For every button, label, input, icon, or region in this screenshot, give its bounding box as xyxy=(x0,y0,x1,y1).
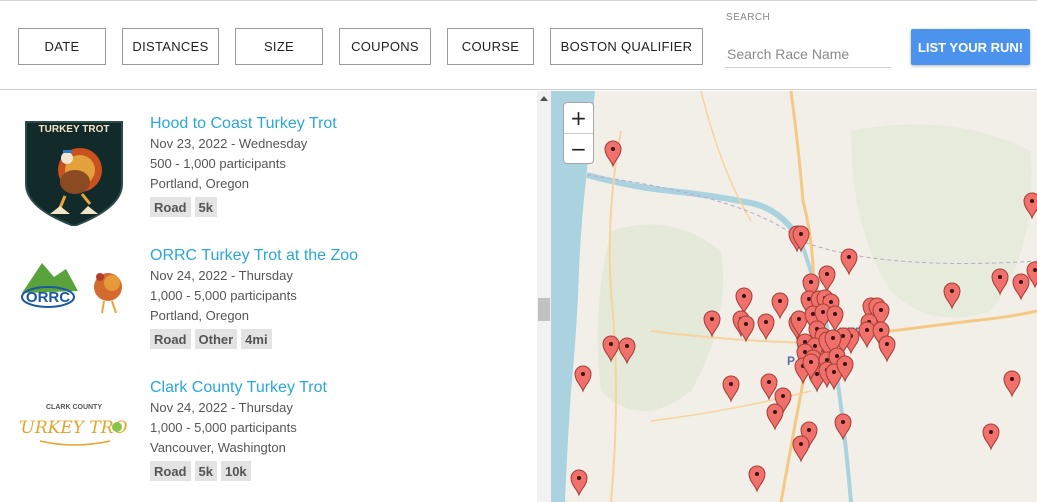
race-marker-icon[interactable] xyxy=(818,265,836,293)
race-item: TURKEY TROT Hood to Coast Turkey Trot No… xyxy=(0,91,537,226)
race-title[interactable]: Clark County Turkey Trot xyxy=(150,379,327,397)
race-date: Nov 24, 2022 - Thursday xyxy=(150,400,293,415)
race-marker-icon[interactable] xyxy=(604,140,622,168)
list-your-run-button[interactable]: LIST YOUR RUN! xyxy=(911,29,1030,65)
race-tags: Road 5k 10k xyxy=(150,461,251,481)
race-title[interactable]: Hood to Coast Turkey Trot xyxy=(150,115,337,133)
race-tag: 10k xyxy=(220,461,251,481)
race-marker-icon[interactable] xyxy=(766,403,784,431)
race-participants: 1,000 - 5,000 participants xyxy=(150,288,297,303)
race-tag: Road xyxy=(150,461,191,481)
race-date: Nov 23, 2022 - Wednesday xyxy=(150,136,308,151)
race-marker-icon[interactable] xyxy=(840,248,858,276)
scrollbar-thumb[interactable] xyxy=(538,298,550,321)
race-location: Portland, Oregon xyxy=(150,176,250,191)
race-marker-icon[interactable] xyxy=(737,315,755,343)
race-tag: Road xyxy=(150,329,191,349)
race-date: Nov 24, 2022 - Thursday xyxy=(150,268,293,283)
race-marker-icon[interactable] xyxy=(792,435,810,463)
race-marker-icon[interactable] xyxy=(1003,370,1021,398)
turkey-trot-logo[interactable]: TURKEY TROT xyxy=(20,118,128,226)
list-scrollbar[interactable] xyxy=(537,91,551,502)
clark-county-logo[interactable]: CLARK COUNTY TURKEY TROT xyxy=(20,369,128,477)
orrc-logo[interactable]: ORRC xyxy=(20,233,128,341)
race-marker-icon[interactable] xyxy=(878,335,896,363)
race-tag: Road xyxy=(150,197,191,217)
logo-subtext: TURKEY TROT xyxy=(20,418,128,438)
city-label: P xyxy=(787,354,795,368)
search-label: SEARCH xyxy=(726,12,771,23)
race-map[interactable]: VER P xyxy=(551,91,1037,502)
zoom-control: + − xyxy=(563,102,594,164)
logo-text: ORRC xyxy=(26,289,70,306)
race-marker-icon[interactable] xyxy=(570,469,588,497)
race-item: ORRC ORRC Turkey Trot at the Zoo Nov 24,… xyxy=(0,223,537,355)
race-marker-icon[interactable] xyxy=(771,292,789,320)
race-item: CLARK COUNTY TURKEY TROT Clark County Tu… xyxy=(0,355,537,487)
logo-text: TURKEY TROT xyxy=(39,124,110,135)
map-canvas[interactable]: VER P xyxy=(551,91,1037,502)
race-tag: 5k xyxy=(194,197,217,217)
race-location: Vancouver, Washington xyxy=(150,440,286,455)
race-marker-icon[interactable] xyxy=(982,423,1000,451)
race-marker-icon[interactable] xyxy=(748,465,766,493)
zoom-out-button[interactable]: − xyxy=(564,134,593,164)
race-tags: Road 5k xyxy=(150,197,217,217)
zoom-in-button[interactable]: + xyxy=(564,103,593,134)
race-participants: 1,000 - 5,000 participants xyxy=(150,420,297,435)
race-tag: Other xyxy=(194,329,238,349)
size-filter-button[interactable]: SIZE xyxy=(235,28,323,65)
race-marker-icon[interactable] xyxy=(757,313,775,341)
boston-qualifier-filter-button[interactable]: BOSTON QUALIFIER xyxy=(550,28,703,65)
filter-bar: DATE DISTANCES SIZE COUPONS COURSE BOSTO… xyxy=(0,0,1037,90)
race-marker-icon[interactable] xyxy=(858,321,876,349)
race-location: Portland, Oregon xyxy=(150,308,250,323)
search-input[interactable] xyxy=(725,41,891,68)
race-marker-icon[interactable] xyxy=(574,365,592,393)
race-marker-icon[interactable] xyxy=(1012,273,1030,301)
race-tag: 5k xyxy=(194,461,217,481)
race-marker-icon[interactable] xyxy=(735,287,753,315)
course-filter-button[interactable]: COURSE xyxy=(447,28,534,65)
race-marker-icon[interactable] xyxy=(834,413,852,441)
coupons-filter-button[interactable]: COUPONS xyxy=(339,28,431,65)
race-marker-icon[interactable] xyxy=(722,375,740,403)
date-filter-button[interactable]: DATE xyxy=(18,28,106,65)
race-title[interactable]: ORRC Turkey Trot at the Zoo xyxy=(150,247,358,265)
race-list: TURKEY TROT Hood to Coast Turkey Trot No… xyxy=(0,91,537,502)
scroll-up-arrow-icon[interactable] xyxy=(540,96,548,101)
logo-text: CLARK COUNTY xyxy=(46,404,102,411)
race-tag: 4mi xyxy=(241,329,272,349)
race-tags: Road Other 4mi xyxy=(150,329,272,349)
distances-filter-button[interactable]: DISTANCES xyxy=(122,28,219,65)
race-participants: 500 - 1,000 participants xyxy=(150,156,286,171)
